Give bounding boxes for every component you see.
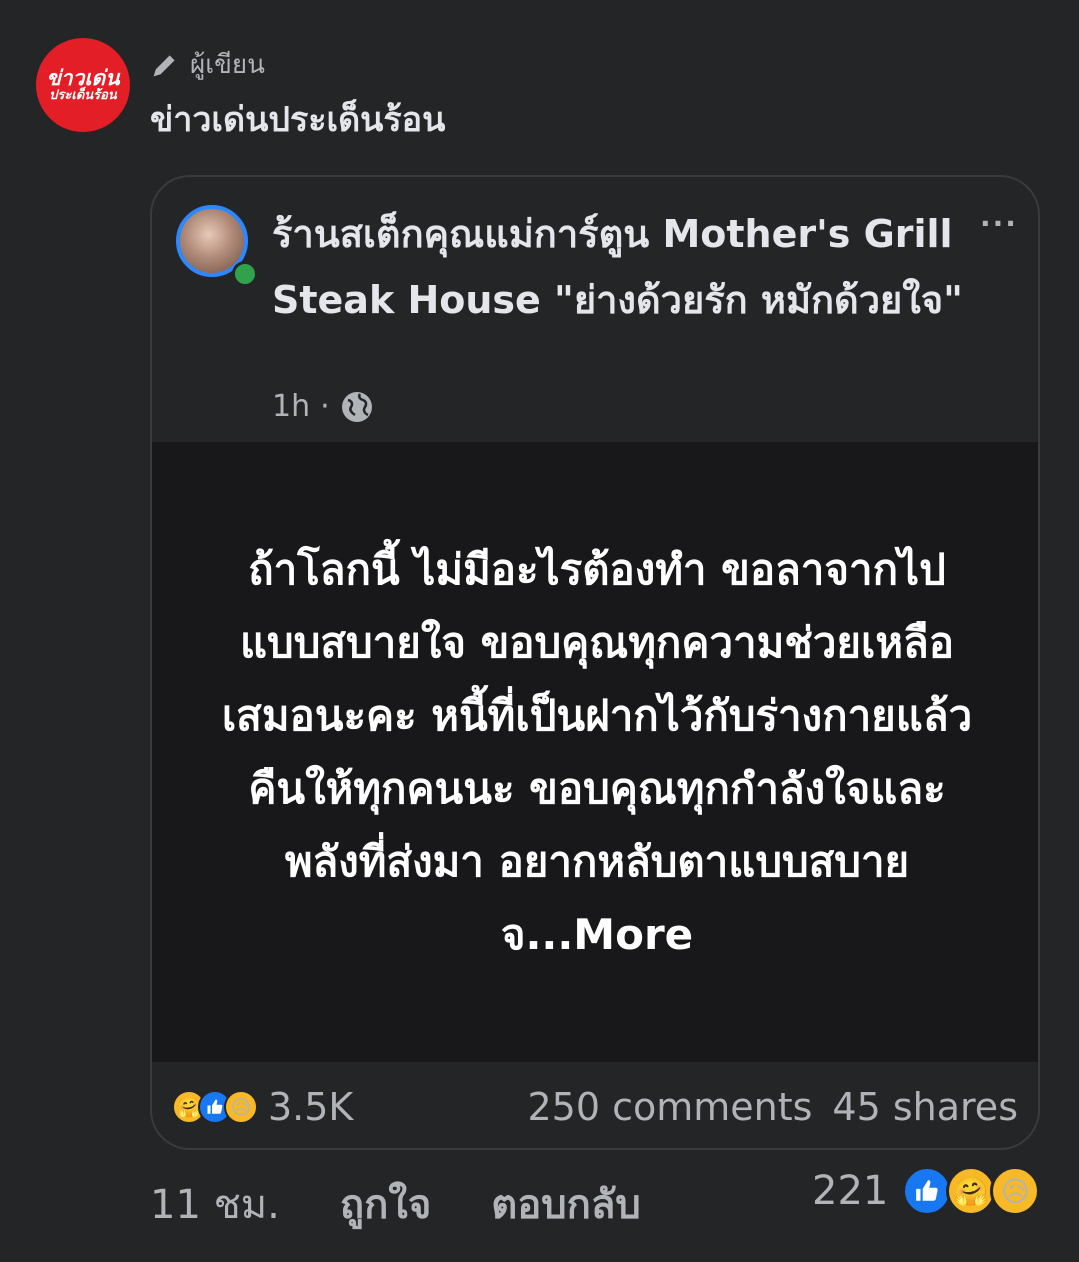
comment-time[interactable]: 11 ชม. (150, 1172, 280, 1236)
comment-reaction-count: 221 (812, 1168, 889, 1214)
post-text: ถ้าโลกนี้ ไม่มีอะไรต้องทำ ขอลาจากไปแบบสบ… (217, 533, 977, 971)
post-stats: 🤗 😥 3.5K 250 comments 45 shares (152, 1064, 1038, 1148)
shared-post-card[interactable]: ร้านสเต็กคุณแม่การ์ตูน Mother's Grill St… (150, 175, 1040, 1150)
shared-page-name[interactable]: ร้านสเต็กคุณแม่การ์ตูน Mother's Grill St… (272, 201, 972, 333)
author-role: ผู้เขียน (150, 44, 265, 85)
sad-icon: 😥 (990, 1166, 1041, 1216)
comment-reactions[interactable]: 221 🤗 😥 (812, 1166, 1041, 1216)
pencil-icon (150, 50, 180, 80)
comments-count[interactable]: 250 comments (527, 1085, 812, 1129)
post-body-text: ถ้าโลกนี้ ไม่มีอะไรต้องทำ ขอลาจากไปแบบสบ… (221, 545, 973, 959)
post-meta: 1h · (272, 389, 374, 424)
like-icon (902, 1166, 953, 1216)
reply-button[interactable]: ตอบกลับ (491, 1172, 641, 1236)
author-name[interactable]: ข่าวเด่นประเด็นร้อน (150, 92, 445, 146)
comment-actions: 11 ชม. ถูกใจ ตอบกลับ (150, 1172, 701, 1236)
post-time[interactable]: 1h (272, 389, 310, 424)
see-more-link[interactable]: ...More (525, 910, 693, 959)
role-label: ผู้เขียน (190, 50, 265, 80)
avatar-text-line1: ข่าวเด่น (46, 66, 120, 91)
more-options-button[interactable]: ··· (980, 207, 1018, 240)
like-button[interactable]: ถูกใจ (340, 1172, 431, 1236)
shares-count[interactable]: 45 shares (832, 1085, 1018, 1129)
reaction-icons[interactable]: 🤗 😥 (172, 1090, 258, 1124)
avatar-text-line2: ประเด็นร้อน (49, 88, 117, 104)
reaction-count[interactable]: 3.5K (268, 1085, 353, 1129)
globe-icon (340, 390, 374, 424)
post-body: ถ้าโลกนี้ ไม่มีอะไรต้องทำ ขอลาจากไปแบบสบ… (152, 442, 1038, 1062)
online-status-dot (232, 261, 258, 287)
care-icon: 🤗 (946, 1166, 997, 1216)
meta-separator: · (320, 389, 330, 424)
sad-icon: 😥 (224, 1090, 258, 1124)
page-avatar[interactable]: ข่าวเด่น ประเด็นร้อน (36, 38, 130, 132)
